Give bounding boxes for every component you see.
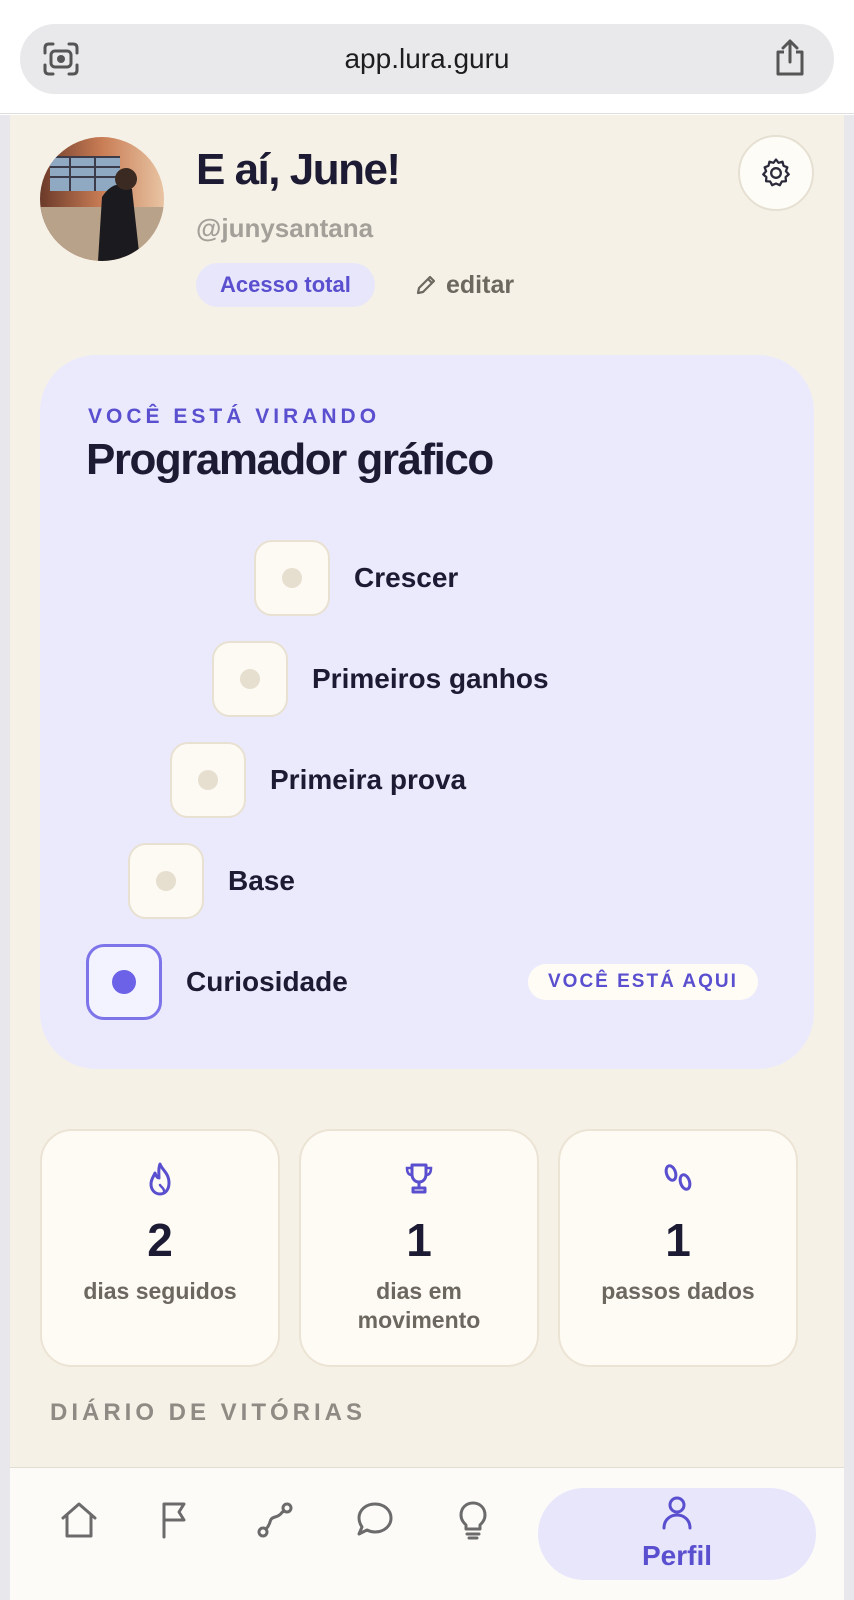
nav-profile[interactable]: Perfil <box>538 1488 816 1580</box>
stat-card-movement: 1 dias em movimento <box>299 1129 539 1367</box>
step-dot <box>282 568 302 588</box>
username-handle: @junysantana <box>196 213 374 243</box>
avatar[interactable] <box>40 137 164 261</box>
access-badge: Acesso total <box>196 263 375 307</box>
right-gutter <box>844 115 854 1600</box>
bottom-navigation: Perfil <box>10 1467 844 1600</box>
stat-card-steps: 1 passos dados <box>558 1129 798 1367</box>
user-icon <box>662 1496 692 1530</box>
step-label: Base <box>228 865 295 896</box>
step-marker <box>212 641 288 717</box>
browser-toolbar: app.lura.guru <box>0 0 854 114</box>
home-icon <box>61 1502 97 1538</box>
edit-label: editar <box>446 270 515 299</box>
step-marker <box>128 843 204 919</box>
flag-icon <box>162 1502 186 1539</box>
journey-step-primeiros-ganhos[interactable]: Primeiros ganhos <box>212 641 549 717</box>
step-label: Primeiros ganhos <box>312 663 549 694</box>
url-text[interactable]: app.lura.guru <box>20 24 834 94</box>
stat-value: 1 <box>665 1214 691 1266</box>
step-marker <box>170 742 246 818</box>
route-icon <box>257 1502 293 1538</box>
left-gutter <box>0 115 10 1600</box>
current-step-badge: VOCÊ ESTÁ AQUI <box>528 964 758 1000</box>
footprints-icon <box>664 1164 692 1191</box>
stat-label: passos dados <box>601 1278 755 1304</box>
share-icon[interactable] <box>772 38 808 78</box>
avatar-photo <box>40 137 164 261</box>
nav-profile-label: Perfil <box>641 1540 713 1571</box>
step-label: Crescer <box>354 562 459 593</box>
stat-value: 1 <box>406 1214 432 1266</box>
nav-goals[interactable] <box>144 1488 206 1552</box>
journey-card: VOCÊ ESTÁ VIRANDO Programador gráfico Cr… <box>40 355 814 1069</box>
settings-button[interactable] <box>738 135 814 211</box>
step-label: Curiosidade <box>186 966 348 997</box>
flame-icon <box>149 1162 171 1196</box>
pencil-icon <box>416 275 436 295</box>
section-title-victories: DIÁRIO DE VITÓRIAS <box>50 1399 367 1426</box>
step-dot <box>112 970 136 994</box>
step-dot <box>198 770 218 790</box>
nav-home[interactable] <box>48 1488 110 1552</box>
step-dot <box>156 871 176 891</box>
journey-step-base[interactable]: Base <box>128 843 295 919</box>
profile-page: E aí, June! @junysantana Acesso total ed… <box>10 115 844 1467</box>
step-label: Primeira prova <box>270 764 467 795</box>
address-bar[interactable]: app.lura.guru <box>20 24 834 94</box>
stat-card-streak: 2 dias seguidos <box>40 1129 280 1367</box>
chat-icon <box>357 1502 393 1536</box>
nav-ideas[interactable] <box>442 1488 504 1552</box>
journey-title: Programador gráfico <box>86 435 494 484</box>
step-marker-current <box>86 944 162 1020</box>
stat-label: dias seguidos <box>83 1278 237 1304</box>
journey-step-primeira-prova[interactable]: Primeira prova <box>170 742 466 818</box>
stat-value: 2 <box>147 1214 173 1266</box>
trophy-icon <box>405 1163 433 1194</box>
journey-step-crescer[interactable]: Crescer <box>254 540 458 616</box>
gear-icon <box>762 158 790 187</box>
step-dot <box>240 669 260 689</box>
edit-profile-link[interactable]: editar <box>414 265 514 305</box>
lightbulb-icon <box>459 1501 487 1540</box>
greeting-title: E aí, June! <box>196 145 401 194</box>
journey-step-curiosidade[interactable]: Curiosidade <box>86 944 348 1020</box>
nav-path[interactable] <box>244 1488 306 1552</box>
step-marker <box>254 540 330 616</box>
journey-eyebrow: VOCÊ ESTÁ VIRANDO <box>88 405 381 428</box>
stat-label: dias em movimento <box>357 1278 481 1333</box>
nav-chat[interactable] <box>344 1488 406 1552</box>
